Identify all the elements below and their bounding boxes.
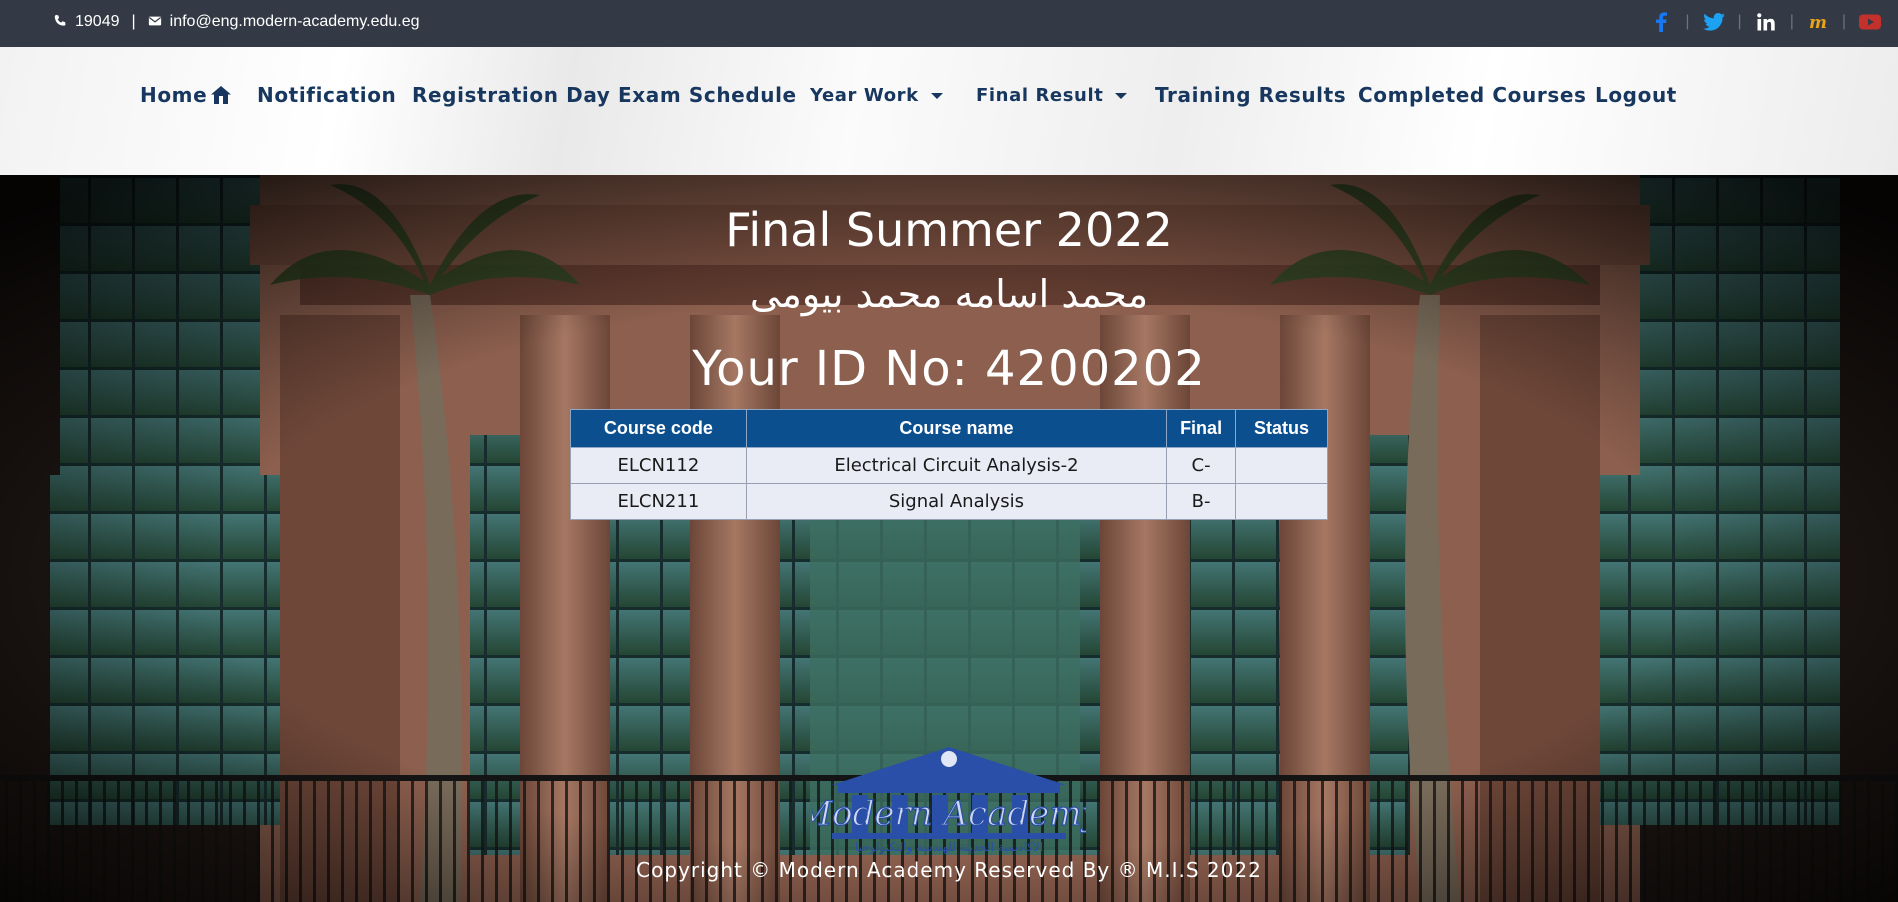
caret-down-icon: [1115, 92, 1128, 99]
phone-icon: [53, 14, 69, 30]
social-divider: |: [1737, 13, 1742, 30]
copyright-text: Copyright © Modern Academy Reserved By ®…: [636, 858, 1262, 882]
contact-separator: |: [131, 13, 136, 30]
caret-down-icon: [930, 92, 943, 99]
nav-final-result-dropdown[interactable]: Final Result: [976, 85, 1128, 106]
contact-info: 19049 | info@eng.modern-academy.edu.eg: [53, 13, 420, 31]
final-grade-cell: B-: [1166, 483, 1237, 520]
social-divider: |: [1789, 13, 1794, 30]
top-contact-bar: 19049 | info@eng.modern-academy.edu.eg |…: [0, 0, 1898, 47]
course-name-cell: Signal Analysis: [745, 483, 1168, 520]
logo-wordmark: Modern Academy: [812, 794, 1086, 834]
course-code-cell: ELCN211: [570, 483, 747, 520]
table-header-row: Course code Course name Final Status: [570, 409, 1328, 448]
youtube-icon[interactable]: [1858, 11, 1882, 33]
linkedin-icon[interactable]: [1754, 11, 1778, 33]
nav-training-results[interactable]: Training Results: [1155, 83, 1346, 107]
hero-section: Final Summer 2022 محمد اسامه محمد بيومى …: [0, 175, 1898, 902]
course-code-cell: ELCN112: [570, 447, 747, 484]
envelope-icon: [148, 14, 164, 30]
col-course-name: Course name: [745, 409, 1168, 448]
col-status: Status: [1235, 409, 1328, 448]
student-id: Your ID No: 4200202: [692, 341, 1206, 397]
table-row: ELCN112 Electrical Circuit Analysis-2 C-: [570, 447, 1328, 484]
email-link[interactable]: info@eng.modern-academy.edu.eg: [170, 13, 420, 31]
results-table: Course code Course name Final Status ELC…: [570, 409, 1328, 520]
nav-completed-courses[interactable]: Completed Courses: [1358, 83, 1587, 107]
main-navbar: Home Notification Registration Day Exam …: [0, 47, 1898, 175]
facebook-icon[interactable]: [1649, 11, 1673, 33]
social-links: | | | m |: [1649, 11, 1882, 33]
modern-academy-logo: Modern Academy الاكاديمية الحديثة للهندس…: [812, 747, 1086, 855]
nav-year-work-dropdown[interactable]: Year Work: [810, 85, 943, 106]
final-grade-cell: C-: [1166, 447, 1237, 484]
student-name: محمد اسامه محمد بيومى: [749, 272, 1149, 316]
twitter-icon[interactable]: [1702, 11, 1726, 33]
table-row: ELCN211 Signal Analysis B-: [570, 483, 1328, 520]
col-final: Final: [1166, 409, 1237, 448]
nav-home-label: Home: [140, 83, 208, 107]
nav-year-work-label: Year Work: [810, 85, 919, 106]
nav-logout[interactable]: Logout: [1595, 83, 1677, 107]
social-divider: |: [1685, 13, 1690, 30]
course-name-cell: Electrical Circuit Analysis-2: [745, 447, 1168, 484]
modern-m-icon[interactable]: m: [1806, 11, 1830, 33]
nav-notification[interactable]: Notification: [257, 83, 396, 107]
logo-arabic-text: الاكاديمية الحديثة للهندسة والتكنولوجيا: [855, 840, 1043, 855]
nav-exam-schedule[interactable]: Exam Schedule: [618, 83, 797, 107]
status-cell: [1235, 483, 1328, 520]
phone-number: 19049: [75, 13, 120, 30]
social-divider: |: [1841, 13, 1846, 30]
nav-registration-day[interactable]: Registration Day: [412, 83, 610, 107]
home-icon: [210, 85, 232, 105]
result-title: Final Summer 2022: [725, 203, 1173, 257]
svg-text:m: m: [1809, 14, 1827, 30]
status-cell: [1235, 447, 1328, 484]
nav-home[interactable]: Home: [140, 83, 232, 107]
nav-final-result-label: Final Result: [976, 85, 1104, 106]
col-course-code: Course code: [570, 409, 747, 448]
